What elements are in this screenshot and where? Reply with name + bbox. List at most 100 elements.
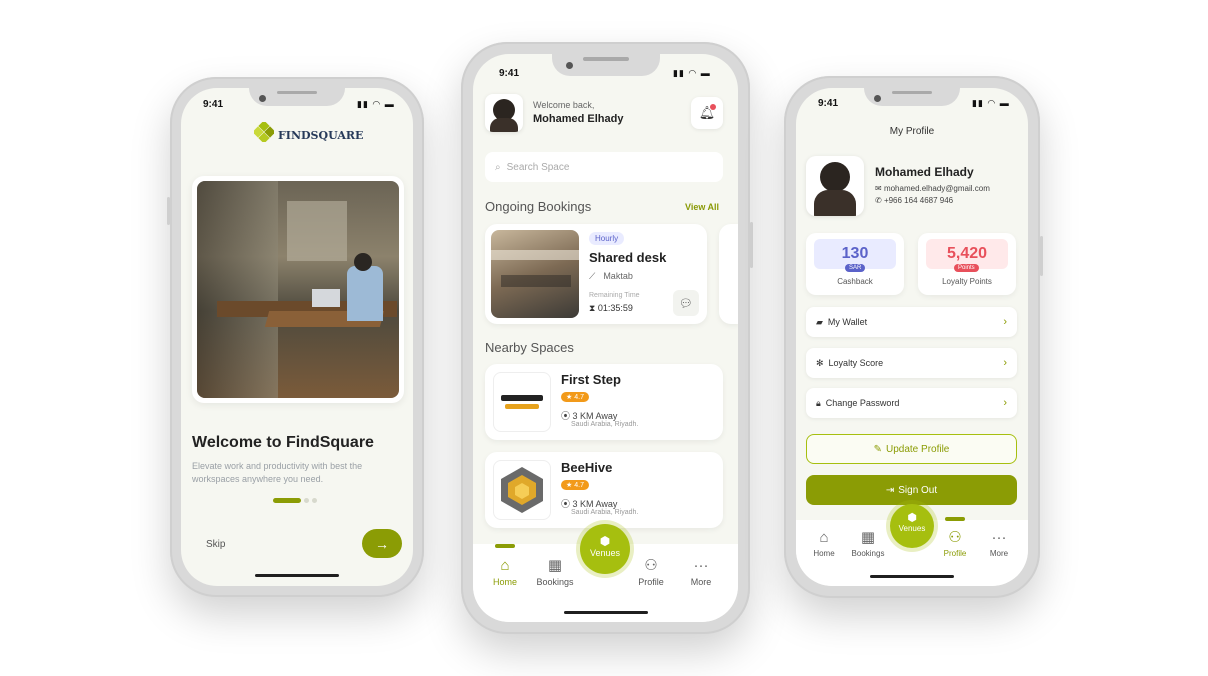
avatar[interactable]: [485, 94, 523, 132]
more-icon: ···: [991, 529, 1007, 546]
nav-bookings[interactable]: ▦ Bookings: [531, 557, 579, 588]
chevron-right-icon: ›: [1003, 316, 1007, 328]
search-icon: ⌕: [495, 161, 501, 173]
user-icon: ⚇: [644, 557, 658, 574]
nav-home[interactable]: ⌂ Home: [487, 558, 523, 588]
search-placeholder: Search Space: [506, 161, 570, 173]
status-icons: ▮▮ ◠ ▬: [673, 68, 711, 78]
chevron-right-icon: ›: [1003, 357, 1007, 369]
cashback-unit: SAR: [845, 264, 866, 272]
nav-more[interactable]: ··· More: [683, 558, 719, 588]
workspace-photo: [197, 181, 399, 398]
notch: [864, 88, 960, 106]
booking-card-peek[interactable]: [719, 224, 738, 324]
status-icons: ▮▮ ◠ ▬: [357, 99, 395, 109]
profile-screen: 9:41 ▮▮ ◠ ▬ My Profile Mohamed Elhady ✉ …: [796, 88, 1028, 586]
cashback-card[interactable]: 130 SAR Cashback: [806, 233, 904, 295]
user-name: Mohamed Elhady: [533, 113, 624, 125]
notch: [249, 88, 345, 106]
next-button[interactable]: →: [362, 529, 402, 558]
status-time: 9:41: [499, 68, 520, 79]
nav-profile[interactable]: ⚇ Profile: [936, 530, 974, 559]
power-button: [750, 222, 753, 268]
remaining-label: Remaining Time: [589, 292, 640, 299]
chat-icon: 💬︎: [679, 297, 693, 310]
nav-bookings[interactable]: ▦ Bookings: [844, 529, 892, 559]
booking-title: Shared desk: [589, 250, 667, 265]
calendar-icon: ▦: [860, 529, 876, 546]
home-indicator: [255, 574, 339, 577]
page-dots: [273, 498, 317, 503]
chat-button[interactable]: 💬︎: [673, 290, 699, 316]
dot[interactable]: [312, 498, 317, 503]
loyalty-points-card[interactable]: 5,420 Points Loyalty Points: [918, 233, 1016, 295]
cashback-value: 130: [841, 245, 869, 262]
phone-home: 9:41 ▮▮ ◠ ▬ Welcome back, Mohamed Elhady…: [461, 42, 753, 634]
sign-out-icon: ⇥: [885, 484, 895, 496]
rating-badge: ★ 4.7: [561, 392, 589, 402]
page-title: My Profile: [889, 126, 935, 137]
space-location: Saudi Arabia, Riyadh.: [571, 421, 639, 428]
wallet-icon: ▰: [816, 316, 823, 327]
arrow-right-icon: →: [375, 535, 389, 552]
space-card-beehive[interactable]: BeeHive ★ 4.7 ⦿ 3 KM Away Saudi Arabia, …: [485, 452, 723, 528]
phone-icon: ✆: [875, 196, 882, 205]
hourglass-icon: ⧗: [589, 303, 596, 313]
nav-more[interactable]: ··· More: [982, 529, 1016, 559]
status-time: 9:41: [818, 98, 839, 109]
booking-venue: ⟋ Maktab: [589, 271, 633, 281]
home-screen: 9:41 ▮▮ ◠ ▬ Welcome back, Mohamed Elhady…: [473, 54, 738, 622]
profile-avatar[interactable]: [806, 156, 864, 216]
phone-onboarding: 9:41 ▮▮ ◠ ▬ FINDSQUARE Welcome to FindSq…: [167, 77, 424, 597]
star-icon: ★: [566, 482, 573, 489]
nav-profile[interactable]: ⚇ Profile: [631, 557, 671, 588]
cube-icon: ⬢: [907, 512, 917, 524]
lock-icon: 🔒︎: [816, 397, 821, 408]
logo-icon: [254, 122, 274, 142]
nav-home[interactable]: ⌂ Home: [806, 529, 842, 559]
star-icon: ★: [566, 394, 573, 401]
volume-button: [167, 197, 170, 225]
first-step-logo: [493, 372, 551, 432]
space-name: BeeHive: [561, 460, 613, 475]
profile-phone: ✆ +966 164 4687 946: [875, 196, 954, 205]
space-name: First Step: [561, 372, 621, 387]
menu-change-password[interactable]: 🔒︎ Change Password ›: [806, 388, 1017, 418]
venues-button[interactable]: ⬢ Venues: [580, 524, 630, 574]
hero-image-card: [192, 176, 404, 403]
notch: [551, 54, 660, 76]
points-label: Loyalty Points: [942, 277, 992, 286]
mail-icon: ✉: [875, 184, 882, 193]
remaining-time: ⧗ 01:35:59: [589, 303, 633, 313]
hourly-badge: Hourly: [589, 232, 625, 245]
view-all-link[interactable]: View All: [685, 202, 719, 212]
menu-my-wallet[interactable]: ▰ My Wallet ›: [806, 307, 1017, 337]
menu-loyalty-score[interactable]: ✻ Loyalty Score ›: [806, 348, 1017, 378]
active-indicator: [495, 544, 515, 548]
notification-button[interactable]: 🔔︎: [691, 97, 723, 129]
profile-email: ✉ mohamed.elhady@gmail.com: [875, 184, 990, 193]
skip-button[interactable]: Skip: [206, 539, 225, 550]
calendar-icon: ▦: [547, 557, 563, 574]
dot[interactable]: [304, 498, 309, 503]
welcome-subtitle: Elevate work and productivity with best …: [192, 461, 363, 484]
venues-button[interactable]: ⬢ Venues: [890, 504, 934, 548]
sign-out-button[interactable]: ⇥ Sign Out: [806, 475, 1017, 505]
update-profile-button[interactable]: ✎ Update Profile: [806, 434, 1017, 464]
space-location: Saudi Arabia, Riyadh.: [571, 509, 639, 516]
rating-badge: ★ 4.7: [561, 480, 589, 490]
search-input[interactable]: ⌕ Search Space: [485, 152, 723, 182]
points-value: 5,420: [946, 245, 988, 262]
home-indicator: [870, 575, 954, 578]
hexagon-logo-icon: [501, 467, 543, 513]
home-icon: ⌂: [819, 529, 829, 546]
brand-name: FINDSQUARE: [278, 128, 364, 142]
onboarding-screen: 9:41 ▮▮ ◠ ▬ FINDSQUARE Welcome to FindSq…: [181, 88, 413, 586]
location-pin-icon: ⦿: [561, 499, 571, 509]
welcome-text: Welcome back,: [533, 100, 595, 110]
space-card-first-step[interactable]: First Step ★ 4.7 ⦿ 3 KM Away Saudi Arabi…: [485, 364, 723, 440]
dot-active[interactable]: [273, 498, 301, 503]
booking-card[interactable]: Hourly Shared desk ⟋ Maktab Remaining Tim…: [485, 224, 707, 324]
cashback-label: Cashback: [837, 277, 873, 286]
active-indicator: [945, 517, 965, 521]
